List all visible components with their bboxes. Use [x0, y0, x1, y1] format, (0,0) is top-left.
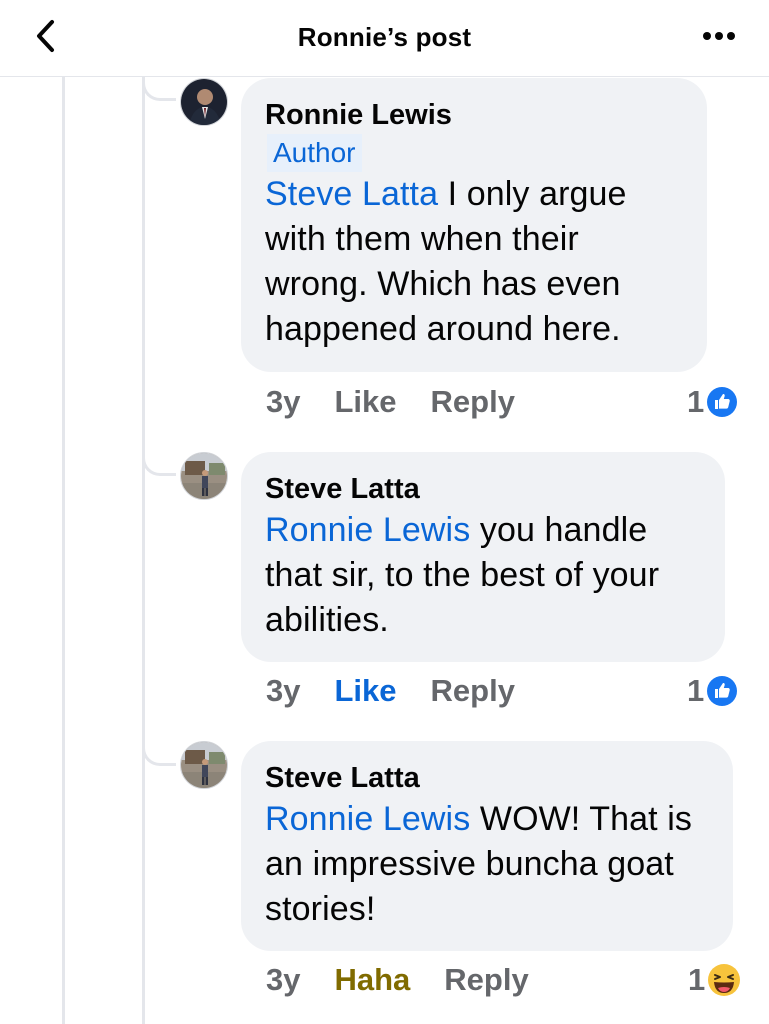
- like-button[interactable]: Like: [334, 673, 396, 709]
- comment-author[interactable]: Steve Latta: [265, 759, 709, 797]
- reply-button[interactable]: Reply: [431, 673, 515, 709]
- like-button[interactable]: Like: [334, 384, 396, 420]
- author-badge: Author: [267, 134, 362, 172]
- avatar-photo-icon: [181, 453, 227, 499]
- reaction-summary[interactable]: 1: [688, 958, 741, 1002]
- page-title: Ronnie’s post: [297, 22, 472, 52]
- comment-timestamp[interactable]: 3y: [266, 673, 300, 709]
- reply-connector: [142, 730, 176, 766]
- comment-actions: 3y Like Reply: [266, 380, 515, 424]
- avatar[interactable]: [180, 741, 228, 789]
- reaction-count: 1: [687, 384, 705, 419]
- haha-button[interactable]: Haha: [334, 962, 410, 998]
- comment-text: Ronnie Lewis WOW! That is an impressive …: [265, 797, 709, 932]
- more-horizontal-icon: [703, 32, 735, 40]
- mention-link[interactable]: Ronnie Lewis: [265, 800, 470, 838]
- comment-actions: 3y Haha Reply: [266, 958, 529, 1002]
- more-options-button[interactable]: [699, 24, 739, 48]
- reply-button[interactable]: Reply: [444, 962, 528, 998]
- mention-link[interactable]: Steve Latta: [265, 175, 438, 213]
- reply-connector: [142, 77, 176, 101]
- reply-button[interactable]: Reply: [431, 384, 515, 420]
- reaction-summary[interactable]: 1: [687, 669, 738, 713]
- comment-author[interactable]: Ronnie Lewis: [265, 96, 683, 134]
- mention-link[interactable]: Ronnie Lewis: [265, 511, 470, 549]
- comment-bubble: Steve Latta Ronnie Lewis WOW! That is an…: [241, 741, 733, 951]
- avatar-photo-icon: [181, 79, 227, 125]
- reaction-summary[interactable]: 1: [687, 380, 738, 424]
- comment-bubble: Steve Latta Ronnie Lewis you handle that…: [241, 452, 725, 662]
- comment-bubble: Ronnie Lewis Author Steve Latta I only a…: [241, 78, 707, 372]
- comment-text: Steve Latta I only argue with them when …: [265, 172, 683, 352]
- reaction-count: 1: [688, 962, 706, 997]
- like-reaction-icon: [707, 387, 738, 417]
- comment-text: Ronnie Lewis you handle that sir, to the…: [265, 508, 701, 643]
- thread-line-outer: [62, 77, 65, 1024]
- avatar[interactable]: [180, 452, 228, 500]
- like-reaction-icon: [707, 676, 738, 706]
- comment-author[interactable]: Steve Latta: [265, 470, 701, 508]
- comment-timestamp[interactable]: 3y: [266, 384, 300, 420]
- top-bar: Ronnie’s post: [0, 0, 769, 77]
- haha-reaction-icon: [708, 964, 741, 996]
- thread-line-inner: [142, 77, 145, 1024]
- comment-actions: 3y Like Reply: [266, 669, 515, 713]
- reply-connector: [142, 440, 176, 476]
- comment-timestamp[interactable]: 3y: [266, 962, 300, 998]
- reaction-count: 1: [687, 673, 705, 708]
- avatar-photo-icon: [181, 742, 227, 788]
- avatar[interactable]: [180, 78, 228, 126]
